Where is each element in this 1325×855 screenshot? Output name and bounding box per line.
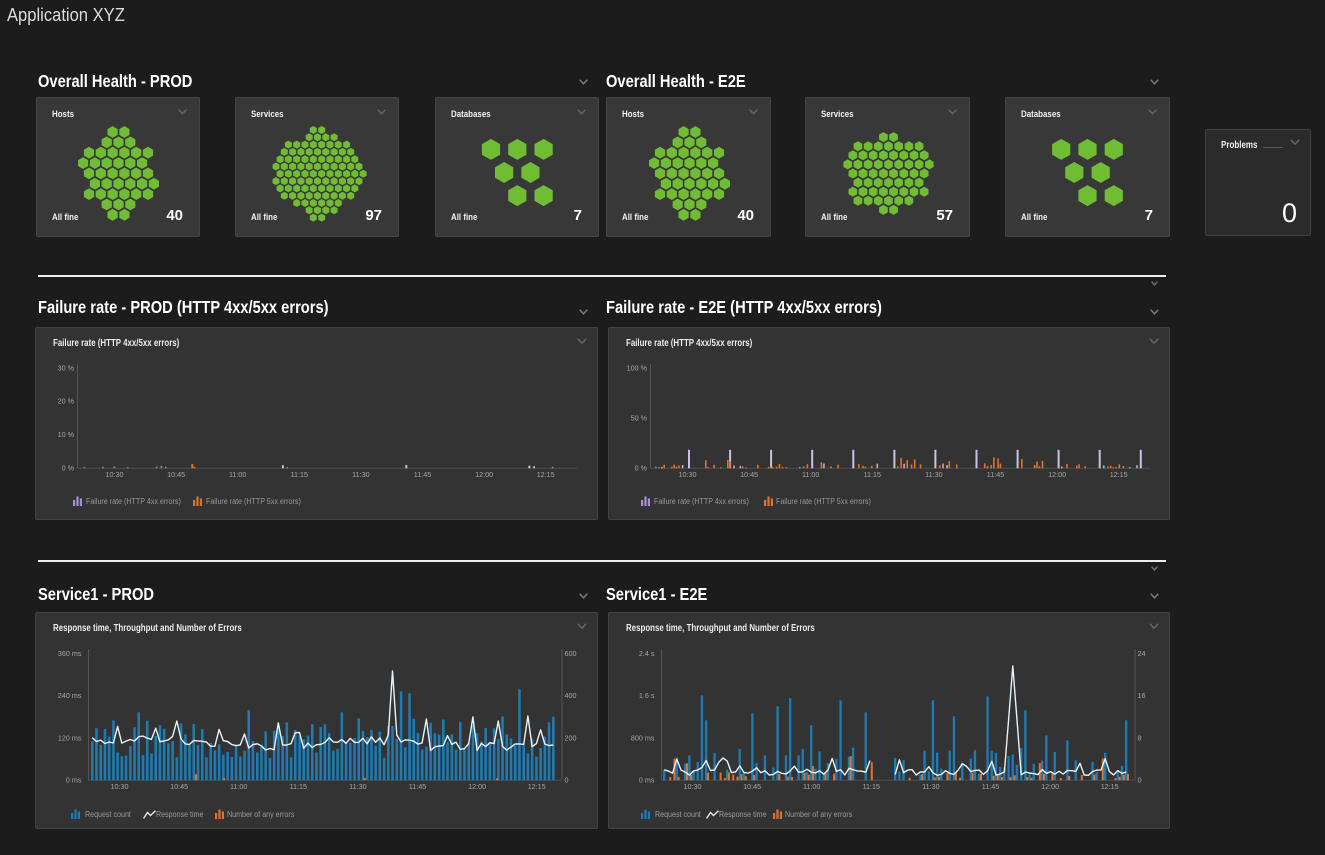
- svg-text:11:15: 11:15: [291, 470, 308, 479]
- svg-text:10:30: 10:30: [111, 782, 129, 791]
- svg-text:800 ms: 800 ms: [631, 733, 655, 742]
- svg-text:10:45: 10:45: [170, 782, 188, 791]
- svg-text:10:30: 10:30: [684, 782, 702, 791]
- svg-text:10:45: 10:45: [167, 470, 185, 479]
- svg-text:400: 400: [565, 691, 577, 700]
- svg-text:1.6 s: 1.6 s: [639, 691, 655, 700]
- svg-text:12:00: 12:00: [1041, 782, 1059, 791]
- svg-text:11:30: 11:30: [925, 470, 942, 479]
- svg-text:11:30: 11:30: [352, 470, 369, 479]
- svg-text:20 %: 20 %: [58, 397, 75, 406]
- svg-text:12:15: 12:15: [528, 782, 546, 791]
- svg-text:12:00: 12:00: [475, 470, 493, 479]
- svg-text:11:45: 11:45: [414, 470, 431, 479]
- svg-text:12:00: 12:00: [468, 782, 486, 791]
- svg-text:50 %: 50 %: [631, 414, 648, 423]
- svg-text:2.4 s: 2.4 s: [639, 649, 655, 658]
- svg-text:24: 24: [1138, 649, 1146, 658]
- svg-text:11:30: 11:30: [349, 782, 366, 791]
- svg-text:0 %: 0 %: [635, 464, 648, 473]
- svg-text:10:45: 10:45: [743, 782, 761, 791]
- svg-text:0 ms: 0 ms: [66, 776, 82, 785]
- svg-text:10:45: 10:45: [740, 470, 758, 479]
- svg-text:12:15: 12:15: [537, 470, 555, 479]
- svg-text:11:15: 11:15: [863, 782, 880, 791]
- svg-text:11:45: 11:45: [982, 782, 999, 791]
- svg-text:11:15: 11:15: [290, 782, 307, 791]
- svg-text:600: 600: [565, 649, 577, 658]
- svg-text:12:15: 12:15: [1101, 782, 1119, 791]
- svg-text:0 ms: 0 ms: [639, 776, 655, 785]
- svg-text:12:15: 12:15: [1110, 470, 1128, 479]
- svg-text:240 ms: 240 ms: [58, 691, 82, 700]
- svg-text:12:00: 12:00: [1048, 470, 1066, 479]
- svg-text:11:00: 11:00: [803, 782, 820, 791]
- svg-text:0: 0: [565, 776, 569, 785]
- svg-text:11:15: 11:15: [864, 470, 881, 479]
- svg-text:360 ms: 360 ms: [58, 649, 82, 658]
- svg-text:0: 0: [1138, 776, 1142, 785]
- svg-text:16: 16: [1138, 691, 1146, 700]
- svg-text:11:00: 11:00: [229, 470, 246, 479]
- svg-text:11:00: 11:00: [802, 470, 819, 479]
- svg-text:120 ms: 120 ms: [58, 733, 82, 742]
- svg-text:11:45: 11:45: [409, 782, 426, 791]
- svg-text:10 %: 10 %: [58, 430, 75, 439]
- svg-text:0 %: 0 %: [62, 464, 75, 473]
- svg-text:30 %: 30 %: [58, 363, 75, 372]
- svg-text:11:45: 11:45: [987, 470, 1004, 479]
- svg-text:10:30: 10:30: [106, 470, 124, 479]
- svg-text:8: 8: [1138, 733, 1142, 742]
- svg-text:11:00: 11:00: [230, 782, 247, 791]
- svg-text:200: 200: [565, 733, 577, 742]
- svg-text:11:30: 11:30: [922, 782, 939, 791]
- svg-text:10:30: 10:30: [679, 470, 697, 479]
- svg-text:100 %: 100 %: [627, 363, 648, 372]
